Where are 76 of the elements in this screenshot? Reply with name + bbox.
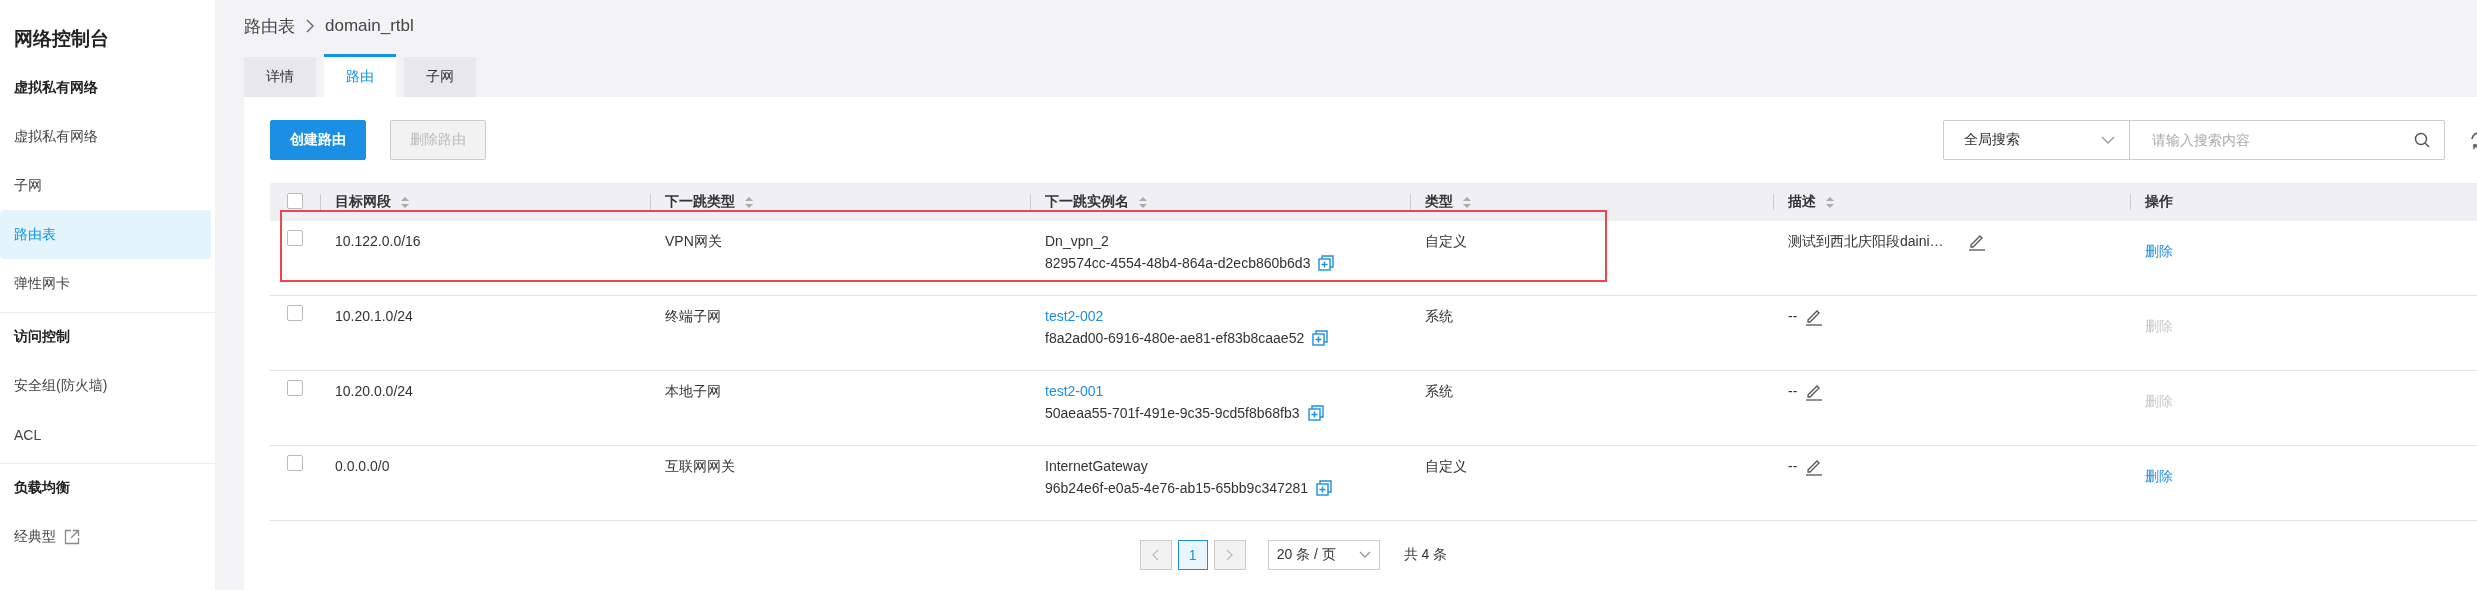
sort-icon[interactable] [401,195,409,209]
instance-id: 50aeaa55-701f-491e-9c35-9cd5f8b68fb3 [1045,405,1300,421]
search-scope-dropdown[interactable]: 全局搜索 [1944,121,2130,159]
search-icon[interactable] [2414,132,2430,148]
description-cell: 测试到西北庆阳段daini… [1788,233,1944,251]
description-cell: -- [1788,308,1798,324]
breadcrumb-link[interactable]: 路由表 [244,14,295,38]
checkbox[interactable] [287,305,303,321]
destination-cell: 10.20.0.0/24 [335,383,413,399]
sidebar-item[interactable]: 虚拟私有网络 [0,112,211,161]
column-header[interactable]: 类型 [1425,193,1453,211]
sidebar-item[interactable]: 经典型 [0,512,211,561]
instance-link[interactable]: test2-001 [1045,383,1410,399]
next-hop-type-cell: 互联网网关 [665,458,735,474]
page-size-dropdown[interactable]: 20 条 / 页 [1267,540,1380,570]
checkbox[interactable] [287,192,303,209]
delete-link[interactable]: 删除 [2145,243,2173,261]
type-cell: 自定义 [1425,233,1467,249]
next-hop-type-cell: 本地子网 [665,383,721,399]
edit-icon[interactable] [1805,458,1824,476]
column-header[interactable]: 目标网段 [335,193,391,211]
delete-link[interactable]: 删除 [2145,468,2173,486]
next-page-button[interactable] [1213,540,1246,570]
instance-name: Dn_vpn_2 [1045,233,1110,249]
column-header[interactable]: 描述 [1788,193,1816,211]
console-title: 网络控制台 [13,27,110,51]
sort-icon[interactable] [745,195,753,209]
instance-name: InternetGateway [1045,458,1149,474]
sidebar-item[interactable]: 子网 [0,161,211,210]
sort-icon[interactable] [1463,195,1471,209]
description-cell: -- [1788,383,1798,399]
edit-icon[interactable] [1967,233,1986,251]
instance-id: 829574cc-4554-48b4-864a-d2ecb860b6d3 [1045,255,1311,271]
destination-cell: 10.20.1.0/24 [335,308,413,324]
copy-icon[interactable] [1312,330,1329,346]
destination-cell: 0.0.0.0/0 [335,458,390,474]
section-heading: 负载均衡 [13,478,71,497]
sidebar-item[interactable]: 安全组(防火墙) [0,361,211,410]
total-count: 共 4 条 [1403,546,1448,564]
type-cell: 自定义 [1425,458,1467,474]
external-link-icon [64,528,80,545]
checkbox[interactable] [287,230,303,246]
column-header[interactable]: 下一跳类型 [665,193,735,211]
type-cell: 系统 [1425,383,1453,399]
section-heading: 访问控制 [12,327,71,346]
edit-icon[interactable] [1805,308,1824,326]
edit-icon[interactable] [1805,383,1824,401]
previous-page-button[interactable] [1139,540,1172,570]
destination-cell: 10.122.0.0/16 [335,233,421,249]
chevron-right-icon [1226,549,1234,561]
tab[interactable]: 详情 [244,57,316,97]
sort-icon[interactable] [1826,195,1834,209]
copy-icon[interactable] [1307,405,1324,421]
copy-icon[interactable] [1318,255,1335,271]
breadcrumb-current: domain_rtbl [325,16,414,36]
chevron-down-icon [1358,551,1371,559]
next-hop-type-cell: 终端子网 [665,308,721,324]
instance-id: 96b24e6f-e0a5-4e76-ab15-65bb9c347281 [1045,480,1309,496]
column-header[interactable]: 下一跳实例名 [1045,193,1129,211]
chevron-left-icon [1152,549,1160,561]
chevron-down-icon [2101,135,2115,145]
sort-icon[interactable] [1139,195,1147,209]
checkbox[interactable] [287,455,303,471]
next-hop-type-cell: VPN网关 [665,233,722,249]
type-cell: 系统 [1425,308,1453,324]
sidebar-item[interactable]: ACL [0,410,211,459]
copy-icon[interactable] [1316,480,1333,496]
section-heading: 虚拟私有网络 [13,78,99,97]
instance-link[interactable]: test2-002 [1045,308,1410,324]
chevron-right-icon [305,19,315,33]
sidebar-item[interactable]: 弹性网卡 [0,259,211,308]
column-header[interactable]: 操作 [2145,193,2173,211]
instance-id: f8a2ad00-6916-480e-ae81-ef83b8caae52 [1045,330,1305,346]
checkbox[interactable] [287,380,303,396]
tab[interactable]: 子网 [404,57,476,97]
description-cell: -- [1788,458,1798,474]
